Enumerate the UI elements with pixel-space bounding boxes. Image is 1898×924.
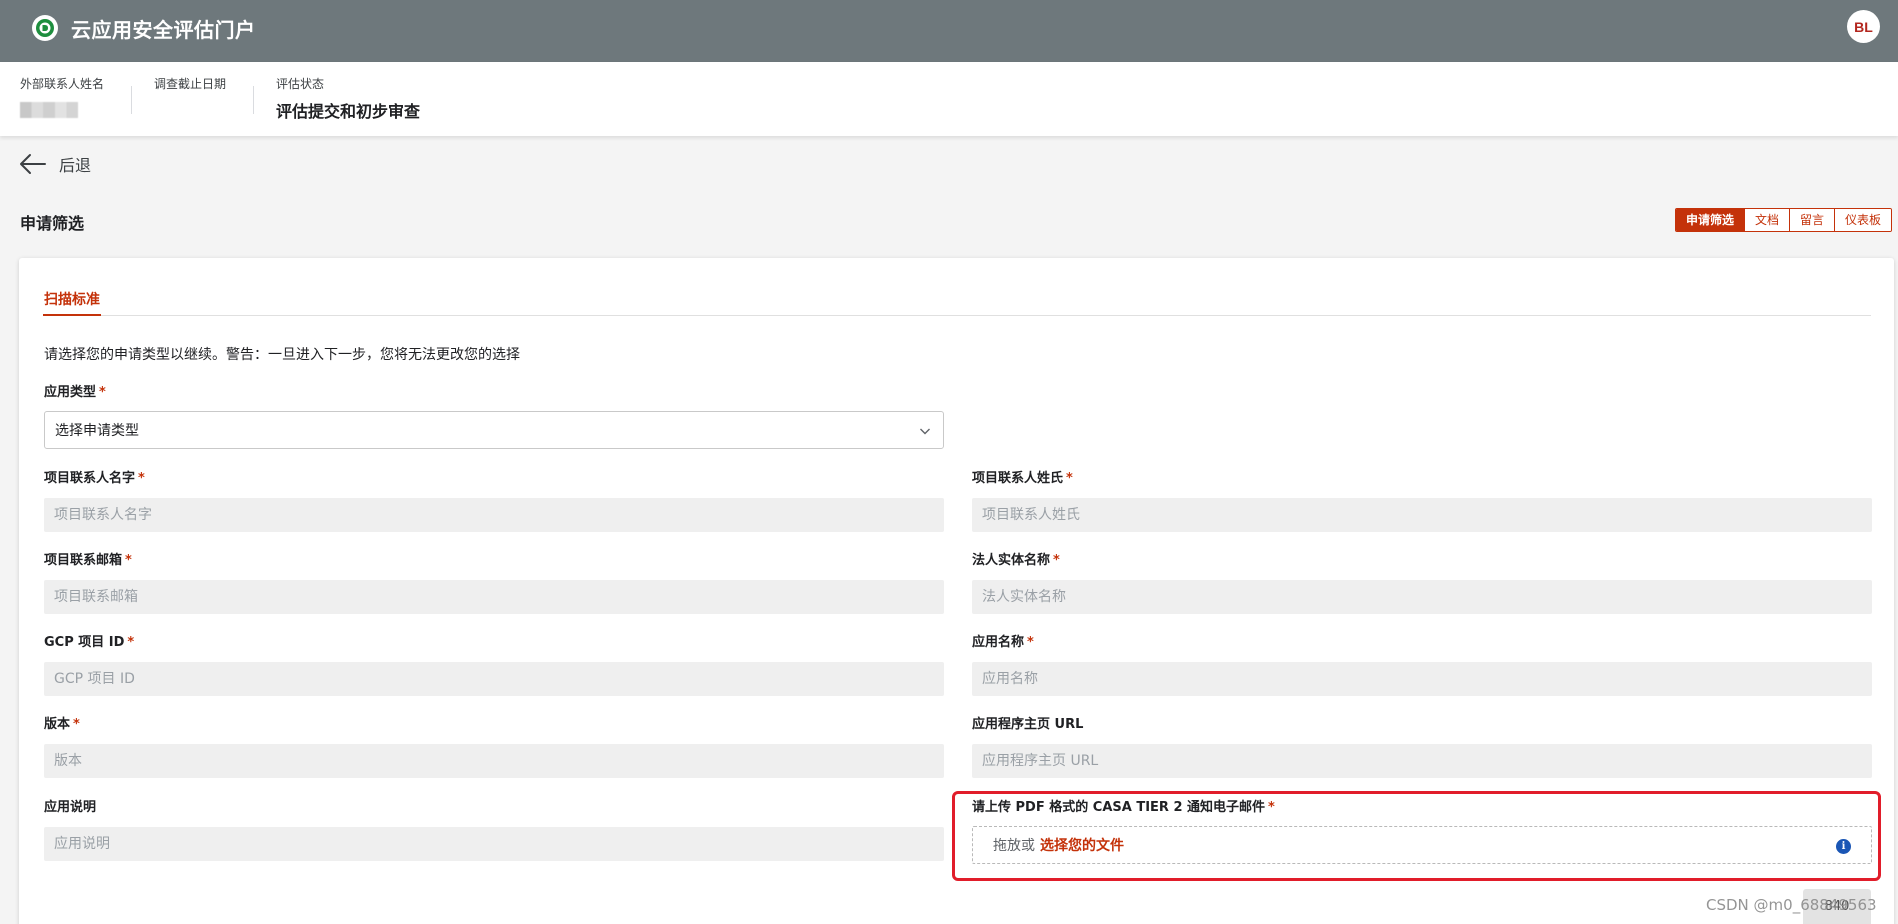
version-field: 版本 *: [44, 716, 944, 778]
homepage-url-input[interactable]: [972, 744, 1872, 778]
arrow-left-icon: [20, 154, 46, 174]
file-dropzone[interactable]: 拖放或 选择您的文件 i: [972, 826, 1872, 864]
legal-entity-label: 法人实体名称 *: [972, 552, 1872, 570]
version-input[interactable]: [44, 744, 944, 778]
upload-field: 请上传 PDF 格式的 CASA TIER 2 通知电子邮件 * 拖放或 选择您的…: [972, 799, 1872, 864]
watermark-text: CSDN @m0_68849563: [1706, 896, 1877, 914]
legal-entity-label-text: 法人实体名称: [972, 553, 1051, 568]
homepage-url-label: 应用程序主页 URL: [972, 717, 1084, 732]
gcp-id-label: GCP 项目 ID *: [44, 634, 944, 652]
app-name-label-text: 应用名称: [972, 635, 1025, 650]
chevron-down-icon: [919, 425, 931, 437]
first-name-label: 项目联系人名字 *: [44, 470, 944, 488]
app-title: 云应用安全评估门户: [71, 18, 256, 42]
email-label-text: 项目联系邮箱: [44, 553, 123, 568]
screening-form-card: 扫描标准 请选择您的申请类型以继续。警告：一旦进入下一步，您将无法更改您的选择 …: [19, 258, 1894, 924]
app-type-select[interactable]: 选择申请类型: [44, 411, 944, 449]
assessment-info-strip: 外部联系人姓名 调查截止日期 评估状态 评估提交和初步审查: [0, 62, 1898, 136]
back-label: 后退: [59, 156, 92, 175]
app-type-field: 应用类型 * 选择申请类型: [44, 384, 944, 449]
required-marker: *: [99, 385, 106, 400]
app-name-field: 应用名称 *: [972, 634, 1872, 696]
view-switcher: 申请筛选 文档 留言 仪表板: [1675, 208, 1893, 232]
required-marker: *: [1053, 553, 1060, 568]
last-name-field: 项目联系人姓氏 *: [972, 470, 1872, 532]
casa-logo-icon[interactable]: [32, 15, 58, 41]
homepage-url-field: 应用程序主页 URL: [972, 716, 1872, 778]
first-name-input[interactable]: [44, 498, 944, 532]
last-name-input[interactable]: [972, 498, 1872, 532]
required-marker: *: [1066, 471, 1073, 486]
app-type-label-text: 应用类型: [44, 385, 97, 400]
gcp-id-input[interactable]: [44, 662, 944, 696]
back-button[interactable]: 后退: [18, 150, 91, 178]
dropzone-text: 拖放或: [993, 838, 1035, 854]
required-marker: *: [138, 471, 145, 486]
app-bar: 云应用安全评估门户 BL: [0, 0, 1898, 62]
tab-dashboard[interactable]: 仪表板: [1834, 209, 1892, 231]
legal-entity-field: 法人实体名称 *: [972, 552, 1872, 614]
upload-label-text: 请上传 PDF 格式的 CASA TIER 2 通知电子邮件: [972, 800, 1266, 815]
contact-name-block: 外部联系人姓名: [20, 75, 104, 118]
first-name-field: 项目联系人名字 *: [44, 470, 944, 532]
version-label-text: 版本: [44, 717, 71, 732]
upload-label: 请上传 PDF 格式的 CASA TIER 2 通知电子邮件 *: [972, 799, 1872, 817]
tab-screening[interactable]: 申请筛选: [1676, 209, 1745, 231]
app-type-label: 应用类型 *: [44, 384, 944, 402]
gcp-id-label-text: GCP 项目 ID: [44, 635, 125, 650]
required-marker: *: [127, 635, 135, 650]
app-name-label: 应用名称 *: [972, 634, 1872, 652]
last-name-label-text: 项目联系人姓氏: [972, 471, 1064, 486]
divider: [131, 86, 132, 114]
required-marker: *: [73, 717, 80, 732]
form-intro: 请选择您的申请类型以继续。警告：一旦进入下一步，您将无法更改您的选择: [44, 347, 520, 363]
gcp-id-field: GCP 项目 ID *: [44, 634, 944, 696]
contact-name-redacted: [20, 102, 78, 118]
legal-entity-input[interactable]: [972, 580, 1872, 614]
info-icon[interactable]: i: [1836, 839, 1851, 854]
deadline-block: 调查截止日期: [154, 75, 226, 92]
status-value: 评估提交和初步审查: [276, 102, 421, 121]
description-input[interactable]: [44, 827, 944, 861]
email-input[interactable]: [44, 580, 944, 614]
description-label: 应用说明: [44, 800, 97, 815]
required-marker: *: [125, 553, 132, 568]
required-marker: *: [1027, 635, 1034, 650]
user-avatar[interactable]: BL: [1847, 10, 1880, 43]
email-field: 项目联系邮箱 *: [44, 552, 944, 614]
app-name-input[interactable]: [972, 662, 1872, 696]
last-name-label: 项目联系人姓氏 *: [972, 470, 1872, 488]
first-name-label-text: 项目联系人名字: [44, 471, 136, 486]
status-block: 评估状态 评估提交和初步审查: [276, 75, 420, 122]
form-tabs: 扫描标准: [43, 286, 1871, 316]
tab-scan-criteria[interactable]: 扫描标准: [43, 286, 101, 316]
tab-documents[interactable]: 文档: [1744, 209, 1790, 231]
page-title: 申请筛选: [20, 214, 85, 233]
version-label: 版本 *: [44, 716, 944, 734]
deadline-label: 调查截止日期: [154, 77, 227, 91]
email-label: 项目联系邮箱 *: [44, 552, 944, 570]
app-type-select-value: 选择申请类型: [55, 423, 139, 439]
description-field: 应用说明: [44, 799, 944, 861]
choose-file-link[interactable]: 选择您的文件: [1040, 835, 1124, 855]
divider: [253, 86, 254, 114]
status-label: 评估状态: [276, 77, 325, 91]
contact-name-label: 外部联系人姓名: [20, 77, 105, 91]
required-marker: *: [1268, 800, 1275, 815]
tab-messages[interactable]: 留言: [1789, 209, 1835, 231]
